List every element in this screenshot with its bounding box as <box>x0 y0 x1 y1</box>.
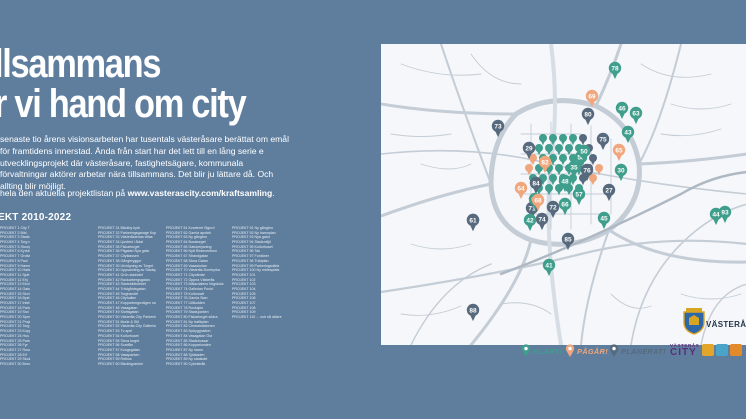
cta-suffix: . <box>272 188 275 198</box>
marker-label: 57 <box>575 191 583 198</box>
project-list-title: EKT 2010-2022 <box>0 212 72 223</box>
project-list-item: PROJEKT 27 Rosc <box>0 347 30 352</box>
project-list-link-text: hela den aktuella projektlistan på www.v… <box>0 188 300 199</box>
project-column: PROJEKT 1 City TransPROJEKT 2 BiblPROJEK… <box>0 226 30 367</box>
marker-label: 82 <box>541 159 549 166</box>
project-list-item: PROJEKT 47 Kopparbergsvägen och Rådhusga… <box>98 301 156 305</box>
project-list-item: PROJEKT 90 Cykelstråk <box>166 361 206 366</box>
vasteras-coat-of-arms-icon <box>683 308 705 335</box>
legend-label: PÅGÅR! <box>577 347 608 356</box>
marker-label: 68 <box>534 197 542 204</box>
project-column: PROJEKT 31 Bäckby kyrk PROJEKT 32 Parkeri… <box>98 226 156 367</box>
project-list-item: PROJEKT 24 Hus <box>0 333 29 338</box>
legend-item: KLART! <box>521 344 562 363</box>
marker-label: 73 <box>494 123 502 130</box>
marker-label: 88 <box>469 307 477 314</box>
marker-label: 46 <box>618 105 626 112</box>
project-list-item: PROJEKT 17 Inteh <box>0 301 30 305</box>
vasterascity-link[interactable]: www.vasterascity.com/kraftsamling <box>128 188 273 198</box>
marker-label: 61 <box>469 217 477 224</box>
legend-label: KLART! <box>533 347 563 356</box>
vasteras-stad-logo: VÄSTERÅS STA <box>706 320 746 329</box>
project-list-item: PROJEKT 8 Paul <box>0 258 28 263</box>
legend-label: PLANERAT! <box>621 347 666 356</box>
project-list-item: PROJEKT 60 Bäckbyparken <box>98 361 144 366</box>
marker-label: 63 <box>632 110 640 117</box>
legend-item: PLANERAT! <box>609 344 666 363</box>
marker-label: 72 <box>549 204 557 211</box>
marker-label: 74 <box>538 216 546 223</box>
headline-line-1: llsammans <box>0 42 162 86</box>
marker-label: 76 <box>583 167 591 174</box>
marker-label: 27 <box>605 187 613 194</box>
headline: llsammans r vi hand om city <box>0 42 247 126</box>
marker-label: 85 <box>564 236 572 243</box>
marker-label: 69 <box>588 93 596 100</box>
marker-label: 30 <box>617 167 625 174</box>
map-background <box>381 44 746 345</box>
city-map[interactable]: 7869734663298075278171727464426185418843… <box>381 44 746 357</box>
project-list-item: PROJEKT 30 Bron <box>0 361 30 366</box>
cta-prefix: hela den aktuella projektlistan på <box>0 188 128 198</box>
marker-label: 64 <box>517 185 525 192</box>
map-canvas[interactable]: 7869734663298075278171727464426185418843… <box>381 44 746 345</box>
poster: llsammans r vi hand om city senaste tio … <box>0 0 746 419</box>
text-panel: llsammans r vi hand om city senaste tio … <box>0 0 372 419</box>
marker-label: 93 <box>721 209 729 216</box>
marker-label: 41 <box>545 262 553 269</box>
marker-label: 66 <box>561 201 569 208</box>
marker-label: 80 <box>584 111 592 118</box>
marker-label: 48 <box>561 178 569 185</box>
map-pin-icon <box>609 344 619 357</box>
headline-line-2: r vi hand om city <box>0 82 247 126</box>
marker-label: 35 <box>570 164 578 171</box>
marker-label: 45 <box>600 215 608 222</box>
project-list-item: PROJEKT 110 ... och så vidare <box>232 315 282 320</box>
legend-item: PÅGÅR! <box>565 344 608 363</box>
partner-logos-icon <box>702 344 742 356</box>
marker-label: 43 <box>624 129 632 136</box>
intro-paragraph: senaste tio årens visionsarbeten har tus… <box>0 134 289 192</box>
marker-label: 65 <box>615 147 623 154</box>
project-list-item: PROJEKT 14 Gatu <box>0 286 30 291</box>
map-pin-icon <box>565 344 575 357</box>
marker-label: 75 <box>599 136 607 143</box>
marker-label: 84 <box>532 180 540 187</box>
marker-label: 50 <box>580 148 588 155</box>
project-column: PROJEKT 61 Kvarteret Sigurd PROJEKT 62 Ga… <box>166 226 224 367</box>
marker-label: 78 <box>611 65 619 72</box>
project-list-item: PROJEKT 1 City Trans <box>0 226 30 230</box>
marker-label: 42 <box>526 217 534 224</box>
marker-label: 29 <box>525 145 533 152</box>
map-pin-icon <box>521 344 531 357</box>
project-list-item: PROJEKT 11 Sjutt <box>0 272 30 277</box>
project-column: PROJEKT 91 Ny gångbro PROJEKT 92 Ny hamnp… <box>232 226 290 320</box>
vasteras-city-logo: CITY <box>670 347 697 358</box>
